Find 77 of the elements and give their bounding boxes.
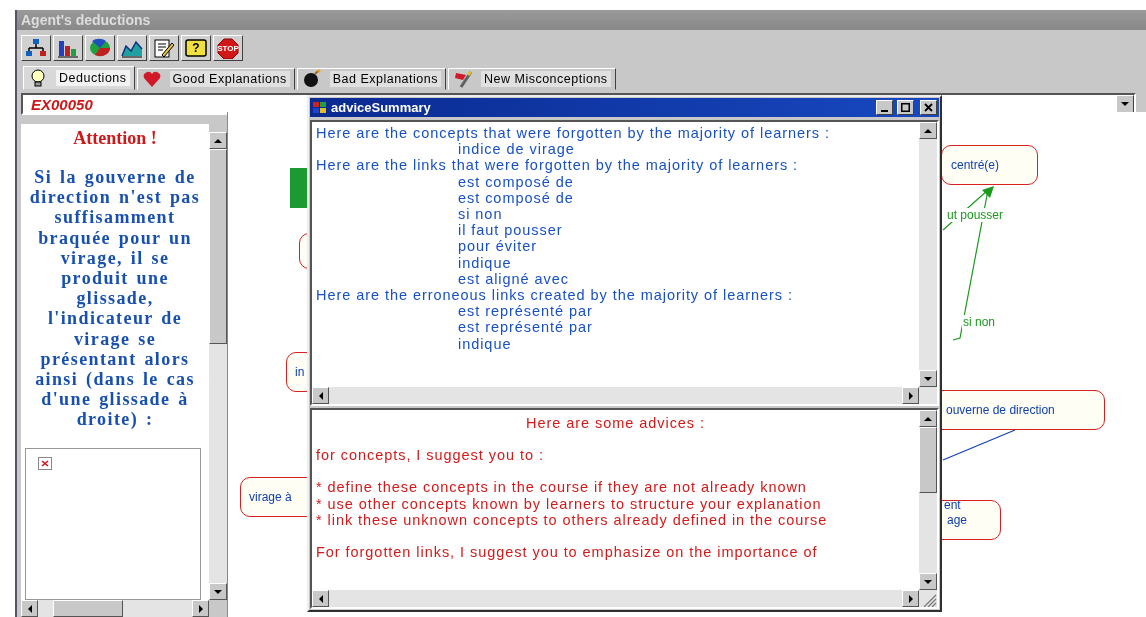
minimize-button[interactable]	[876, 100, 893, 115]
scroll-up-button[interactable]	[209, 132, 227, 149]
concept-node[interactable]: centré(e)	[941, 145, 1038, 185]
summary-heading: Here are the erroneous links created by the majority of learners :	[316, 287, 794, 304]
toolbar-button[interactable]: STOP	[213, 35, 243, 61]
scrollbar[interactable]	[209, 132, 227, 600]
maximize-button[interactable]	[897, 100, 914, 115]
bomb-icon	[301, 69, 322, 89]
scroll-up-button[interactable]	[919, 410, 937, 427]
explanation-text: Si la gouverne de direction n'est pas suffisamment braquée pour un virage, il se produit une glissade, l'indicateur de virage se présentant alors ainsi (dans le cas d'une glissade à droite) :	[28, 167, 202, 430]
icon-label: ?	[192, 41, 200, 55]
scroll-thumb[interactable]	[919, 427, 937, 493]
toolbar-button[interactable]	[85, 35, 115, 61]
broken-image-icon	[38, 456, 52, 470]
scroll-left-button[interactable]	[21, 600, 38, 617]
dialog-title: adviceSummary	[331, 100, 432, 115]
close-icon	[924, 103, 933, 112]
summary-item: est aligné avec	[457, 270, 570, 288]
scrollbar[interactable]	[312, 387, 919, 404]
summary-heading: Here are the links that were forgotten by the majority of learners :	[316, 157, 800, 174]
scroll-left-button[interactable]	[312, 590, 329, 607]
summary-item: indique	[457, 335, 513, 352]
summary-item: il faut pousser	[457, 222, 564, 239]
toolbar-button[interactable]	[53, 35, 83, 61]
tab[interactable]: New Misconceptions	[448, 68, 616, 90]
window-title: Agent's deductions	[17, 10, 1146, 30]
toolbar-button[interactable]	[21, 35, 51, 61]
lightbulb-icon	[28, 68, 48, 88]
advice-text: for concepts, I suggest you to :	[316, 447, 545, 464]
toolbar-button[interactable]	[149, 35, 179, 61]
pie-chart-icon	[88, 37, 112, 59]
link-label: ent	[943, 498, 962, 512]
tab[interactable]: Bad Explanations	[296, 68, 446, 90]
scroll-right-button[interactable]	[902, 590, 919, 607]
scrollbar[interactable]	[919, 122, 937, 387]
scroll-down-button[interactable]	[209, 583, 227, 600]
tab[interactable]: Good Explanations	[136, 68, 295, 90]
toolbar-button[interactable]: ?	[181, 35, 211, 61]
summary-item: est représenté par	[457, 303, 594, 320]
toolbar-button[interactable]	[117, 35, 147, 61]
summary-item: pour éviter	[457, 238, 538, 255]
concept-block[interactable]	[290, 168, 310, 208]
summary-item: est composé de	[457, 189, 575, 206]
scroll-left-button[interactable]	[312, 387, 329, 404]
pencil-icon	[152, 37, 176, 59]
scroll-up-button[interactable]	[919, 122, 937, 139]
scroll-down-button[interactable]	[919, 573, 937, 590]
scroll-right-button[interactable]	[902, 387, 919, 404]
heart-icon	[141, 69, 162, 89]
close-button[interactable]	[920, 100, 937, 115]
maximize-icon	[901, 103, 910, 112]
icon-label: STOP	[217, 43, 239, 53]
scrollbar[interactable]	[21, 600, 209, 617]
dropdown-button[interactable]	[1116, 95, 1134, 113]
tab[interactable]: Deductions	[23, 66, 135, 90]
stop-sign-icon	[216, 37, 240, 59]
advice-title: Here are some advices :	[525, 415, 706, 432]
hierarchy-icon	[24, 37, 48, 59]
scroll-thumb[interactable]	[53, 600, 123, 617]
link-label: ut pousser	[946, 208, 1005, 222]
scrollbar[interactable]	[312, 590, 919, 607]
link-label: si non	[962, 315, 997, 329]
warning-title: Attention !	[73, 128, 157, 149]
help-icon	[184, 37, 208, 59]
summary-item: indice de virage	[457, 141, 576, 158]
summary-item: indique	[457, 254, 513, 271]
scroll-right-button[interactable]	[192, 600, 209, 617]
scrollbar[interactable]	[919, 410, 937, 590]
summary-item: si non	[457, 206, 504, 223]
summary-heading: Here are the concepts that were forgotten by the majority of learners :	[316, 125, 831, 142]
flag-icon	[453, 69, 473, 89]
scroll-down-button[interactable]	[919, 370, 937, 387]
summary-item: est représenté par	[457, 319, 594, 336]
advice-text: For forgotten links, I suggest you to emphasize on the importance of	[316, 544, 819, 561]
summary-item: est composé de	[457, 173, 575, 190]
app-icon	[312, 100, 327, 115]
scroll-thumb[interactable]	[209, 149, 227, 345]
